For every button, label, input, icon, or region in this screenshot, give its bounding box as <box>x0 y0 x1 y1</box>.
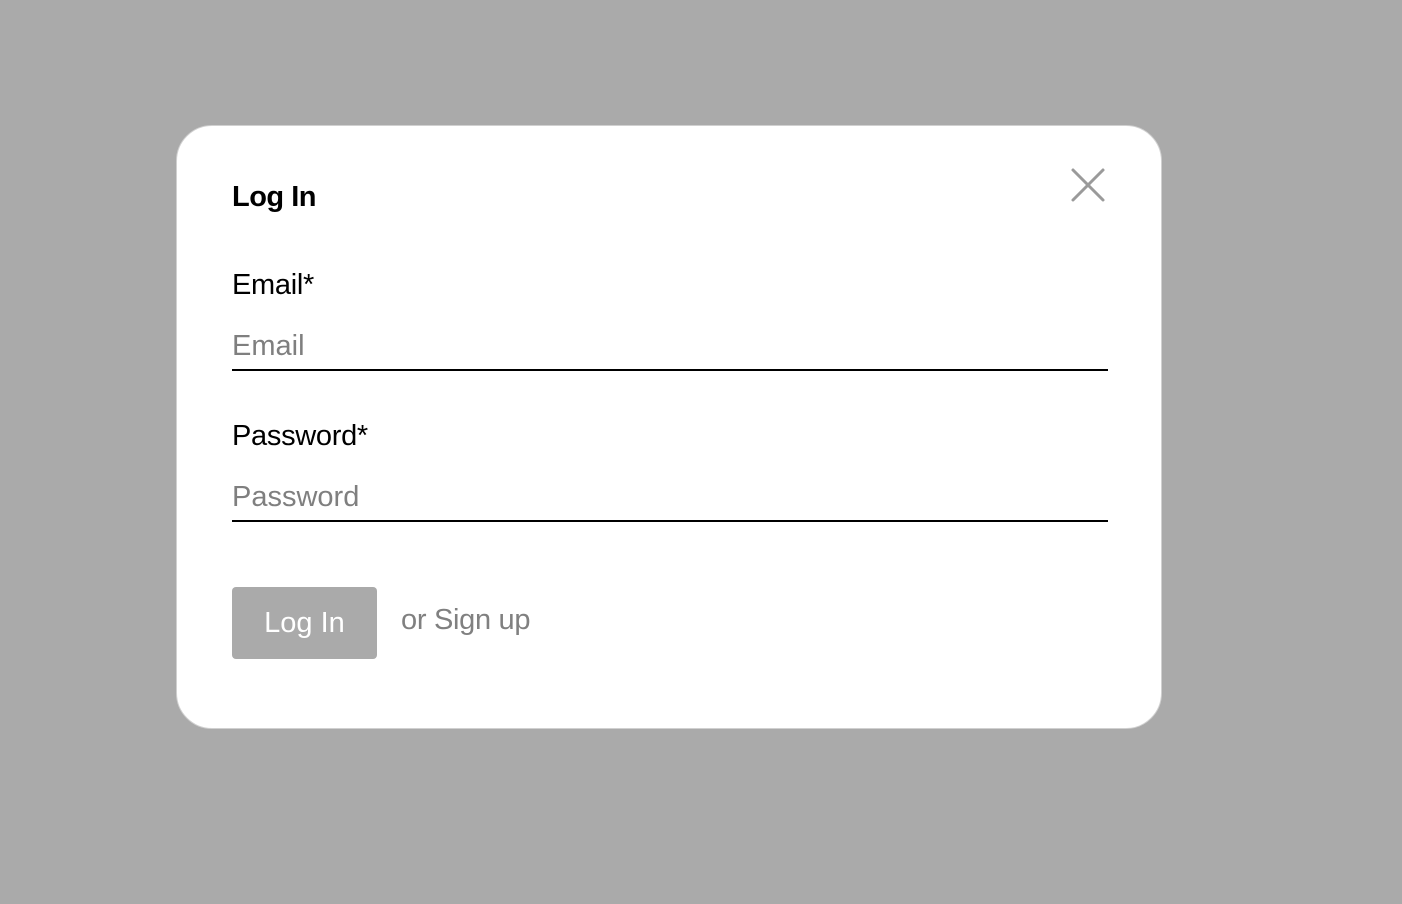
close-button[interactable] <box>1068 165 1108 205</box>
close-icon <box>1071 168 1105 202</box>
email-label: Email* <box>232 269 314 301</box>
dialog-title: Log In <box>232 181 316 213</box>
password-field[interactable] <box>232 474 1108 522</box>
login-button[interactable]: Log In <box>232 587 377 659</box>
signup-link[interactable]: or Sign up <box>401 604 531 637</box>
email-field[interactable] <box>232 323 1108 371</box>
password-label: Password* <box>232 420 368 452</box>
